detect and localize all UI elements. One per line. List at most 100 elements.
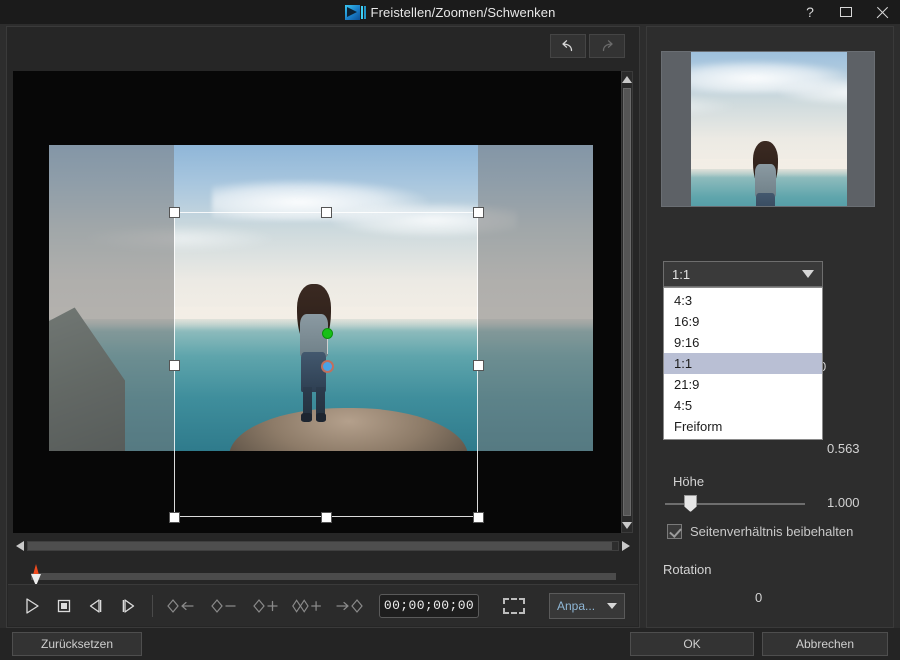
crop-handle-bottom-left[interactable] bbox=[169, 512, 180, 523]
aspect-ratio-option-freiform[interactable]: Freiform bbox=[664, 416, 822, 437]
maximize-icon bbox=[840, 7, 852, 17]
undo-button[interactable] bbox=[550, 34, 586, 58]
horizontal-scroll-track[interactable] bbox=[27, 541, 619, 551]
editor-pane: 00;00;00;00 Anpa... bbox=[6, 26, 640, 628]
keyframe-add-icon bbox=[253, 598, 278, 613]
keyframe-next-icon bbox=[336, 598, 363, 613]
undo-icon bbox=[562, 40, 573, 52]
canvas-stage bbox=[13, 71, 617, 523]
close-button[interactable] bbox=[864, 0, 900, 24]
rotation-value: 0 bbox=[755, 590, 763, 605]
aspect-ratio-option-21-9[interactable]: 21:9 bbox=[664, 374, 822, 395]
chevron-up-icon bbox=[622, 75, 632, 83]
aspect-ratio-option-4-5[interactable]: 4:5 bbox=[664, 395, 822, 416]
next-frame-icon bbox=[122, 598, 135, 613]
keyframe-add-button[interactable] bbox=[247, 593, 285, 619]
timecode-field[interactable]: 00;00;00;00 bbox=[379, 593, 479, 618]
next-frame-button[interactable] bbox=[114, 593, 142, 619]
window-title: Freistellen/Zoomen/Schwenken bbox=[370, 4, 556, 20]
checkbox-checked-icon bbox=[667, 524, 682, 539]
keep-aspect-ratio-checkbox[interactable]: Seitenverhältnis beibehalten bbox=[667, 524, 853, 539]
redo-button[interactable] bbox=[589, 34, 625, 58]
toolbar-separator bbox=[152, 594, 153, 617]
editor-top-toolbar bbox=[7, 27, 639, 65]
playback-toolbar: 00;00;00;00 Anpa... bbox=[8, 584, 638, 626]
aspect-ratio-option-1-1[interactable]: 1:1 bbox=[664, 353, 822, 374]
dialog-footer: Zurücksetzen OK Abbrechen bbox=[0, 628, 900, 660]
height-value: 1.000 bbox=[827, 495, 860, 510]
properties-panel: Seitenverhältnis: 1:1 0 4:3 16:9 9:16 1:… bbox=[646, 26, 894, 628]
aspect-ratio-option-list[interactable]: 4:3 16:9 9:16 1:1 21:9 4:5 Freiform bbox=[663, 287, 823, 440]
aspect-ratio-option-16-9[interactable]: 16:9 bbox=[664, 311, 822, 332]
rotation-label: Rotation bbox=[663, 562, 712, 577]
crop-handle-middle-right[interactable] bbox=[473, 360, 484, 371]
timeline-playhead[interactable] bbox=[29, 564, 43, 586]
maximize-button[interactable] bbox=[828, 0, 864, 24]
timeline-track[interactable] bbox=[31, 573, 616, 580]
help-button[interactable]: ? bbox=[792, 0, 828, 24]
keyframe-add-both-icon bbox=[292, 598, 321, 613]
aspect-ratio-dropdown[interactable]: 1:1 bbox=[663, 261, 823, 287]
keyframe-add-both-button[interactable] bbox=[289, 593, 327, 619]
crop-handle-top-center[interactable] bbox=[321, 207, 332, 218]
height-slider-thumb[interactable] bbox=[684, 495, 697, 512]
rotate-handle[interactable] bbox=[322, 328, 333, 339]
canvas-vertical-scrollbar[interactable] bbox=[621, 71, 633, 533]
chevron-left-icon bbox=[16, 541, 24, 551]
keyframe-remove-button[interactable] bbox=[205, 593, 243, 619]
chevron-down-icon bbox=[622, 521, 632, 529]
title-bar-center: Freistellen/Zoomen/Schwenken bbox=[344, 4, 556, 20]
height-slider[interactable] bbox=[665, 495, 805, 512]
stop-button[interactable] bbox=[50, 593, 78, 619]
stop-icon bbox=[57, 599, 71, 612]
scroll-up-button[interactable] bbox=[622, 72, 632, 86]
window-controls: ? bbox=[792, 0, 900, 24]
keyframe-next-button[interactable] bbox=[331, 593, 369, 619]
app-logo-icon bbox=[344, 4, 366, 20]
aspect-ratio-option-9-16[interactable]: 9:16 bbox=[664, 332, 822, 353]
crop-handle-top-left[interactable] bbox=[169, 207, 180, 218]
scroll-right-button[interactable] bbox=[619, 541, 633, 551]
rotate-handle-stem bbox=[327, 338, 328, 354]
keyframe-remove-icon bbox=[211, 598, 236, 613]
safe-area-icon bbox=[503, 597, 525, 614]
preview-canvas[interactable] bbox=[13, 71, 633, 533]
play-button[interactable] bbox=[18, 593, 46, 619]
chevron-right-icon bbox=[622, 541, 630, 551]
crop-handle-bottom-center[interactable] bbox=[321, 512, 332, 523]
chevron-down-icon bbox=[802, 270, 814, 278]
close-icon bbox=[876, 6, 889, 19]
center-handle[interactable] bbox=[321, 360, 334, 373]
fit-mode-label: Anpa... bbox=[557, 598, 596, 613]
crop-handle-middle-left[interactable] bbox=[169, 360, 180, 371]
width-value: 0.563 bbox=[827, 441, 860, 456]
chevron-down-icon bbox=[607, 602, 617, 609]
scroll-left-button[interactable] bbox=[13, 541, 27, 551]
ok-button[interactable]: OK bbox=[630, 632, 754, 656]
aspect-ratio-value: 1:1 bbox=[672, 266, 691, 282]
scroll-down-button[interactable] bbox=[622, 518, 632, 532]
crop-handle-bottom-right[interactable] bbox=[473, 512, 484, 523]
keep-aspect-ratio-label: Seitenverhältnis beibehalten bbox=[690, 524, 854, 539]
crop-rectangle[interactable] bbox=[169, 207, 484, 523]
result-preview bbox=[661, 51, 875, 207]
previous-frame-button[interactable] bbox=[82, 593, 110, 619]
help-icon: ? bbox=[806, 4, 814, 20]
height-label: Höhe bbox=[673, 474, 705, 489]
fit-mode-dropdown[interactable]: Anpa... bbox=[549, 592, 625, 619]
crop-handle-top-right[interactable] bbox=[473, 207, 484, 218]
horizontal-scroll-thumb[interactable] bbox=[28, 542, 613, 550]
keyframe-previous-icon bbox=[167, 598, 194, 613]
cancel-button[interactable]: Abbrechen bbox=[762, 632, 888, 656]
keyframe-previous-button[interactable] bbox=[163, 593, 201, 619]
crop-zoom-pan-dialog: Freistellen/Zoomen/Schwenken ? 00;00;00;… bbox=[0, 0, 900, 660]
reset-button[interactable]: Zurücksetzen bbox=[12, 632, 142, 656]
result-preview-image bbox=[691, 52, 847, 206]
aspect-ratio-option-4-3[interactable]: 4:3 bbox=[664, 290, 822, 311]
title-bar: Freistellen/Zoomen/Schwenken ? bbox=[0, 0, 900, 24]
previous-frame-icon bbox=[89, 598, 102, 613]
safe-area-button[interactable] bbox=[497, 593, 531, 619]
redo-icon bbox=[602, 40, 613, 52]
vertical-scroll-thumb[interactable] bbox=[623, 88, 631, 516]
canvas-horizontal-scrollbar[interactable] bbox=[13, 539, 633, 553]
